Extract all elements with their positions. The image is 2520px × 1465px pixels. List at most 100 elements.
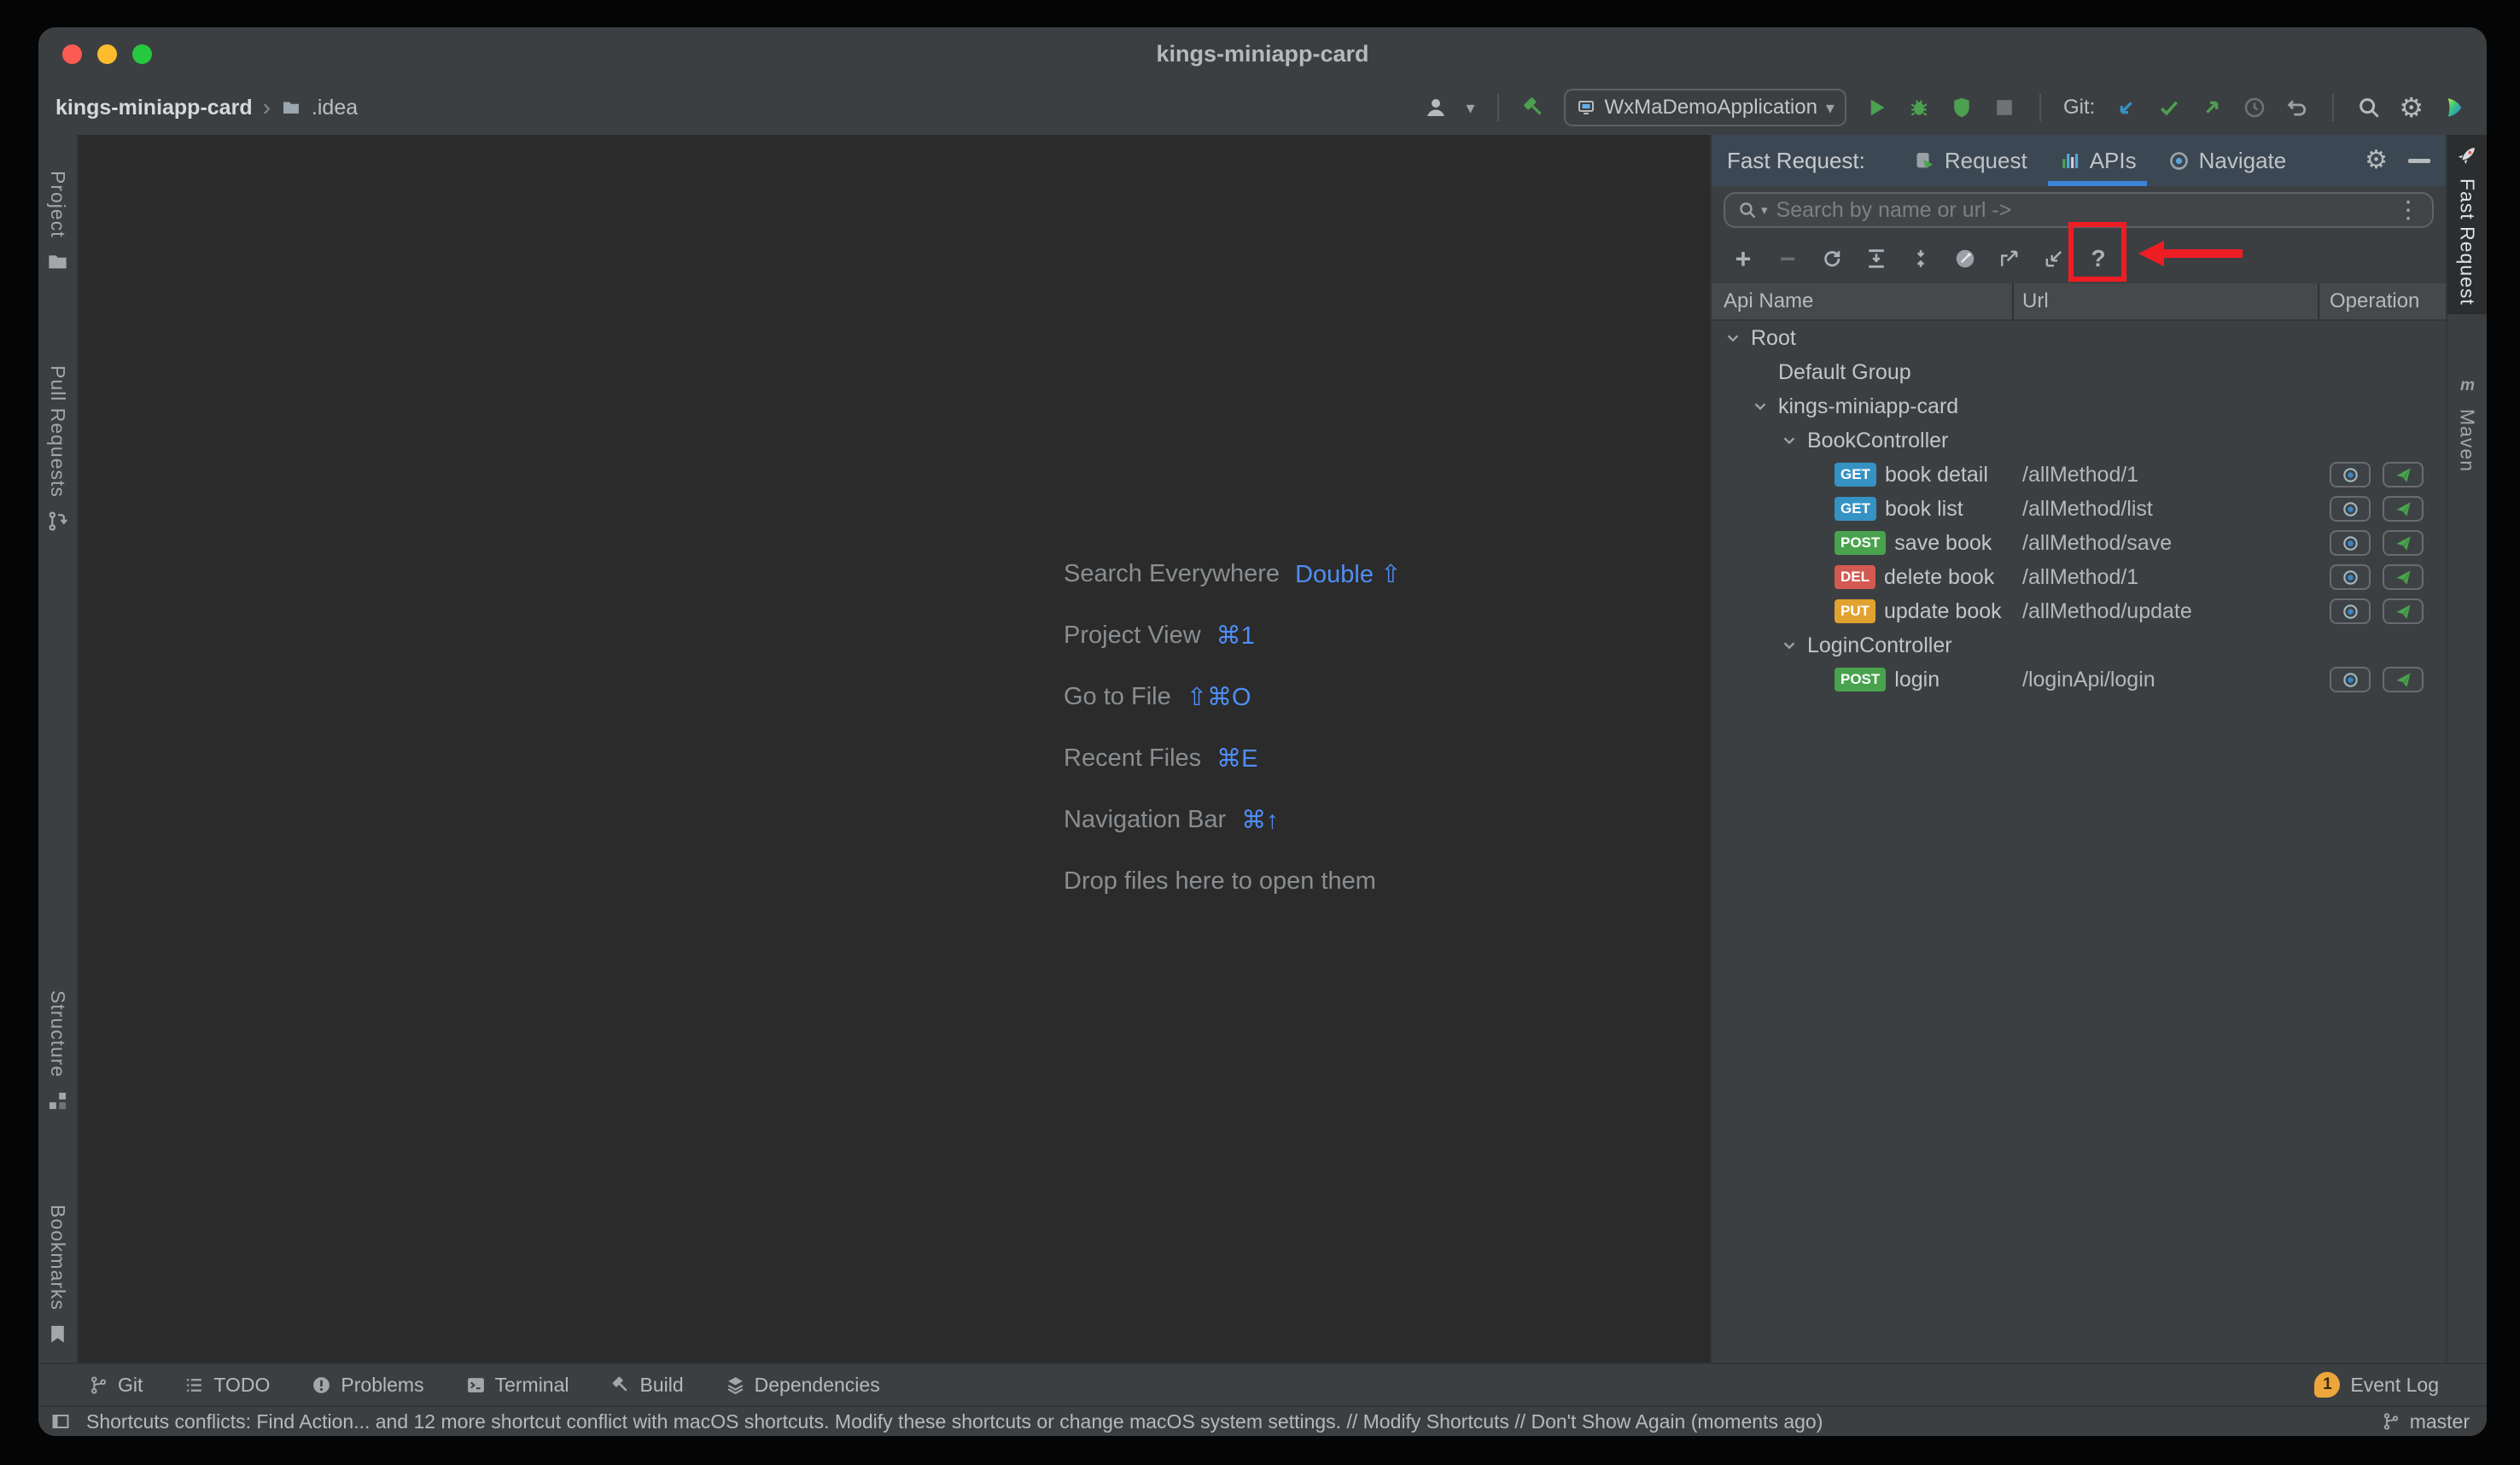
breadcrumb-project[interactable]: kings-miniapp-card xyxy=(55,96,253,120)
git-branch-icon xyxy=(88,1375,109,1396)
api-tree: Root Default Group kings-miniapp-card BookC… xyxy=(1712,321,2446,1363)
run-configuration-select[interactable]: WxMaDemoApplication ▾ xyxy=(1563,89,1846,126)
branch-name: master xyxy=(2409,1410,2470,1433)
settings-gear-icon[interactable]: ⚙ xyxy=(2399,94,2424,121)
chevron-down-icon: ▾ xyxy=(1466,98,1475,118)
hide-panel-icon[interactable] xyxy=(2408,158,2430,163)
annotation-box xyxy=(2068,222,2126,282)
collapse-all-icon[interactable] xyxy=(1906,244,1935,273)
apis-tab-icon xyxy=(2058,149,2081,172)
tool-window-button-maven[interactable]: m Maven xyxy=(2447,365,2487,481)
toolbar-actions: ▾ WxMaDemoApplication ▾ Git: ⚙ xyxy=(1423,89,2466,126)
remove-icon: − xyxy=(1779,243,1796,274)
bottom-tool-terminal[interactable]: Terminal xyxy=(465,1374,569,1397)
git-branch-icon xyxy=(2381,1411,2401,1432)
api-row-login[interactable]: POST login/loginApi/login xyxy=(1712,662,2446,697)
api-row-book-detail[interactable]: GET book detail/allMethod/1 xyxy=(1712,458,2446,492)
git-update-button[interactable] xyxy=(2114,95,2139,120)
add-icon[interactable]: + xyxy=(1729,244,1758,273)
send-request-button[interactable] xyxy=(2383,530,2424,556)
debug-button[interactable] xyxy=(1906,95,1932,120)
chevron-down-icon[interactable] xyxy=(1778,636,1800,655)
run-with-coverage-button[interactable] xyxy=(1949,95,1975,120)
pull-request-icon xyxy=(46,510,69,533)
fast-request-header: Fast Request: Request APIs Navigate ⚙ xyxy=(1712,135,2446,186)
svg-text:m: m xyxy=(2460,376,2475,394)
tree-group-LoginController[interactable]: LoginController xyxy=(1712,628,2446,662)
git-rollback-button[interactable] xyxy=(2284,95,2310,120)
chevron-down-icon[interactable] xyxy=(1749,397,1771,416)
status-message[interactable]: Shortcuts conflicts: Find Action... and … xyxy=(86,1410,1823,1433)
tab-navigate[interactable]: Navigate xyxy=(2152,135,2302,186)
postman-icon[interactable] xyxy=(1951,244,1980,273)
breadcrumb-separator: › xyxy=(262,94,271,120)
main-content: Project Pull Requests Structure Bookmarks … xyxy=(38,135,2487,1363)
expand-all-icon[interactable] xyxy=(1862,244,1891,273)
tree-group-Default-Group[interactable]: Default Group xyxy=(1712,355,2446,389)
breadcrumb: kings-miniapp-card › .idea xyxy=(55,94,358,121)
rocket-icon xyxy=(2456,143,2479,166)
view-api-button[interactable] xyxy=(2330,462,2371,487)
refresh-icon[interactable] xyxy=(1817,244,1846,273)
panel-settings-gear-icon[interactable]: ⚙ xyxy=(2365,148,2388,173)
bottom-tool-problems[interactable]: Problems xyxy=(311,1374,424,1397)
api-url: /loginApi/login xyxy=(2022,667,2155,692)
chevron-down-icon[interactable] xyxy=(1778,431,1800,450)
api-row-update-book[interactable]: PUT update book/allMethod/update xyxy=(1712,594,2446,628)
send-request-button[interactable] xyxy=(2383,462,2424,487)
tab-request[interactable]: Request xyxy=(1898,135,2043,186)
bottom-tool-build[interactable]: Build xyxy=(610,1374,684,1397)
chevron-down-icon[interactable] xyxy=(1722,329,1744,347)
tool-window-toggle-icon[interactable] xyxy=(50,1411,71,1432)
shortcut-hint: Recent Files ⌘E xyxy=(1064,744,1258,773)
shortcut-hint: Search Everywhere Double ⇧ xyxy=(1064,559,1402,588)
bottom-tool-git[interactable]: Git xyxy=(88,1374,143,1397)
terminal-icon xyxy=(465,1375,487,1396)
build-project-button[interactable] xyxy=(1521,95,1547,120)
tool-window-button-fast-request[interactable]: Fast Request xyxy=(2447,135,2487,314)
view-api-button[interactable] xyxy=(2330,598,2371,624)
search-everywhere-button[interactable] xyxy=(2356,95,2382,120)
view-api-button[interactable] xyxy=(2330,667,2371,692)
request-tab-icon xyxy=(1913,149,1936,172)
tab-apis[interactable]: APIs xyxy=(2043,135,2152,186)
git-commit-button[interactable] xyxy=(2156,95,2182,120)
event-log-button[interactable]: 1 Event Log xyxy=(2314,1372,2439,1398)
more-options-icon[interactable]: ⋮ xyxy=(2396,198,2420,222)
import-icon[interactable] xyxy=(2039,244,2068,273)
plugin-logo-icon[interactable] xyxy=(2441,95,2466,120)
tree-group-BookController[interactable]: BookController xyxy=(1712,423,2446,458)
tree-group-Root[interactable]: Root xyxy=(1712,321,2446,355)
tool-window-button-pull-requests[interactable]: Pull Requests xyxy=(38,357,77,541)
api-row-delete-book[interactable]: DEL delete book/allMethod/1 xyxy=(1712,560,2446,594)
git-label: Git: xyxy=(2062,96,2096,119)
tree-group-kings-miniapp-card[interactable]: kings-miniapp-card xyxy=(1712,389,2446,423)
api-row-save-book[interactable]: POST save book/allMethod/save xyxy=(1712,526,2446,560)
run-config-name: WxMaDemoApplication xyxy=(1604,96,1817,119)
view-api-button[interactable] xyxy=(2330,564,2371,590)
bottom-tool-todo[interactable]: TODO xyxy=(184,1374,270,1397)
view-api-button[interactable] xyxy=(2330,496,2371,522)
problems-icon xyxy=(311,1375,332,1396)
view-api-button[interactable] xyxy=(2330,530,2371,556)
api-row-book-list[interactable]: GET book list/allMethod/list xyxy=(1712,492,2446,526)
tool-window-button-bookmarks[interactable]: Bookmarks xyxy=(38,1196,77,1354)
api-url: /allMethod/update xyxy=(2022,598,2192,623)
column-url: Url xyxy=(2014,283,2319,319)
shortcut-hint: Go to File ⇧⌘O xyxy=(1064,682,1251,711)
send-request-button[interactable] xyxy=(2383,598,2424,624)
git-push-button[interactable] xyxy=(2199,95,2225,120)
api-url: /allMethod/1 xyxy=(2022,564,2139,589)
export-icon[interactable] xyxy=(1995,244,2024,273)
send-request-button[interactable] xyxy=(2383,564,2424,590)
git-branch-widget[interactable]: master xyxy=(2381,1410,2470,1433)
send-request-button[interactable] xyxy=(2383,667,2424,692)
tool-window-button-structure[interactable]: Structure xyxy=(38,982,77,1121)
bottom-tool-dependencies[interactable]: Dependencies xyxy=(725,1374,880,1397)
breadcrumb-folder[interactable]: .idea xyxy=(312,96,358,120)
user-account-icon[interactable] xyxy=(1423,95,1449,120)
send-request-button[interactable] xyxy=(2383,496,2424,522)
tool-window-button-project[interactable]: Project xyxy=(38,162,77,282)
run-button[interactable] xyxy=(1864,95,1889,120)
shortcut-hint: Navigation Bar ⌘↑ xyxy=(1064,805,1279,834)
